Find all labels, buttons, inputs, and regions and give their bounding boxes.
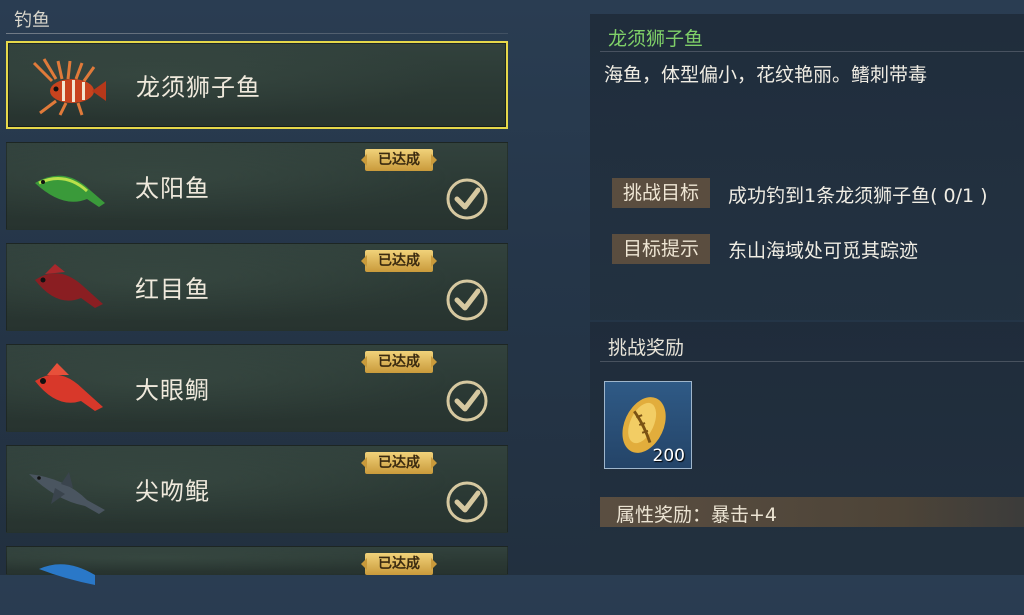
divider xyxy=(600,361,1024,362)
green-fish-icon xyxy=(35,175,105,207)
goal-label: 挑战目标 xyxy=(612,178,710,208)
completed-badge: 已达成 xyxy=(365,149,433,171)
fish-item-partial[interactable]: 已达成 xyxy=(6,546,508,585)
hint-label: 目标提示 xyxy=(612,234,710,264)
goal-text: 成功钓到1条龙须狮子鱼( 0/1 ) xyxy=(728,185,988,207)
lionfish-icon xyxy=(32,58,106,116)
fish-description: 海鱼，体型偏小，花纹艳丽。鳍刺带毒 xyxy=(604,64,928,86)
completed-badge: 已达成 xyxy=(365,250,433,272)
completed-badge: 已达成 xyxy=(365,452,433,474)
fish-item-lionfish[interactable]: 龙须狮子鱼 xyxy=(6,41,508,129)
fish-item-redeye[interactable]: 红目鱼 已达成 xyxy=(6,243,508,331)
fish-item-bigeye[interactable]: 大眼鲷 已达成 xyxy=(6,344,508,432)
hint-text: 东山海域处可觅其踪迹 xyxy=(728,240,919,262)
check-circle-icon xyxy=(446,279,488,321)
completed-badge: 已达成 xyxy=(365,553,433,575)
fish-item-shark[interactable]: 尖吻鲲 已达成 xyxy=(6,445,508,533)
blue-fish-icon xyxy=(39,564,95,585)
fish-name: 红目鱼 xyxy=(135,275,210,304)
check-circle-icon xyxy=(446,481,488,523)
reward-title: 挑战奖励 xyxy=(608,337,685,359)
fish-item-sunfish[interactable]: 太阳鱼 已达成 xyxy=(6,142,508,230)
attribute-reward-text: 属性奖励：暴击+4 xyxy=(616,504,778,526)
fish-name: 龙须狮子鱼 xyxy=(136,73,261,102)
check-circle-icon xyxy=(446,380,488,422)
reward-item-slot[interactable]: 200 xyxy=(604,381,692,469)
fish-name: 尖吻鲲 xyxy=(135,477,210,506)
completed-badge: 已达成 xyxy=(365,351,433,373)
orange-fish-icon xyxy=(35,363,103,411)
check-circle-icon xyxy=(446,178,488,220)
fish-name: 太阳鱼 xyxy=(135,174,210,203)
divider xyxy=(600,51,1024,52)
fish-name: 大眼鲷 xyxy=(135,376,210,405)
reward-count: 200 xyxy=(652,446,685,466)
detail-title: 龙须狮子鱼 xyxy=(608,28,704,50)
red-fish-icon xyxy=(35,264,103,308)
shark-icon xyxy=(29,472,105,514)
section-title: 钓鱼 xyxy=(14,10,50,31)
divider xyxy=(6,33,508,34)
